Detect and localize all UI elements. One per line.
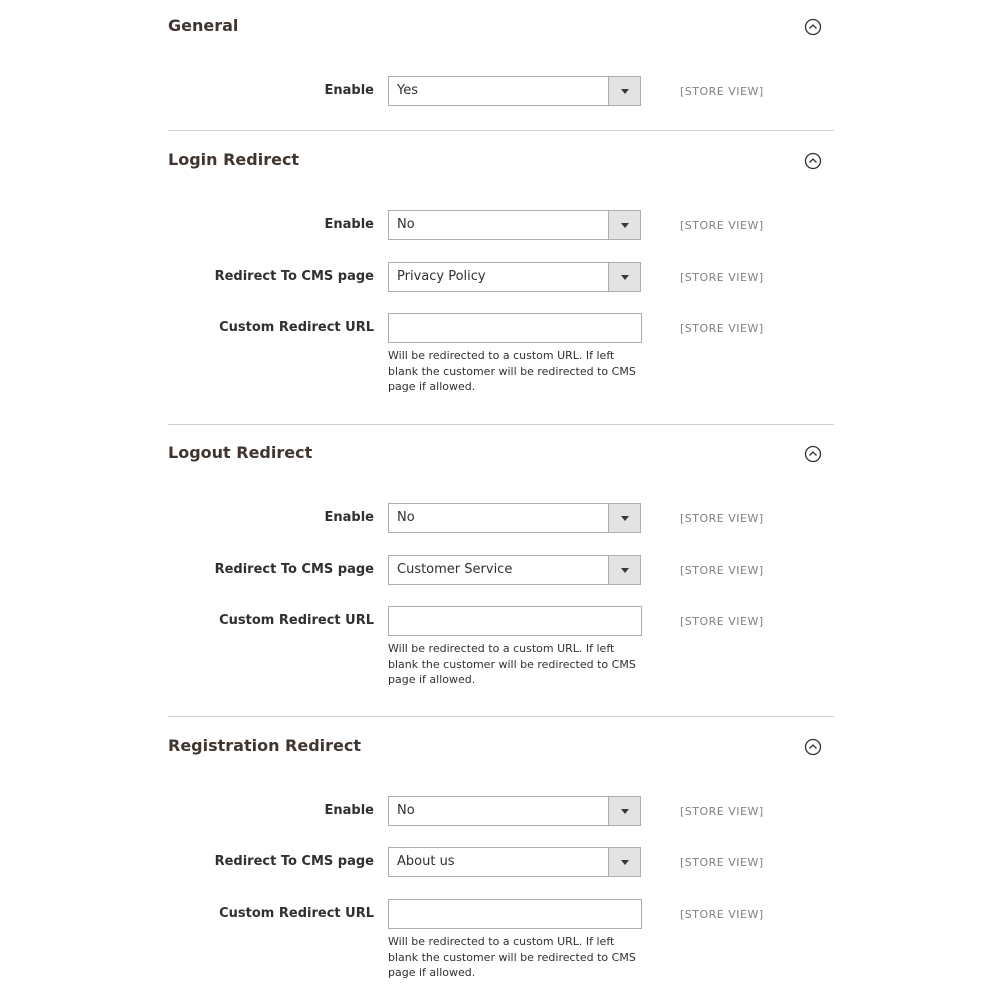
select-value: Customer Service bbox=[397, 562, 513, 577]
scope-label: [STORE VIEW] bbox=[680, 512, 764, 525]
field-label-enable: Enable bbox=[324, 83, 375, 98]
dropdown-arrow-icon[interactable] bbox=[608, 504, 640, 532]
field-note: Will be redirected to a custom URL. If l… bbox=[388, 349, 636, 393]
scope-label: [STORE VIEW] bbox=[680, 564, 764, 577]
section-title-logout-redirect[interactable]: Logout Redirect bbox=[168, 442, 312, 464]
field-label-custom-url: Custom Redirect URL bbox=[219, 613, 374, 628]
cms-page-select[interactable]: Customer Service bbox=[388, 555, 641, 585]
section-title-login-redirect[interactable]: Login Redirect bbox=[168, 149, 299, 171]
chevron-up-circle-icon[interactable] bbox=[804, 18, 822, 36]
scope-label: [STORE VIEW] bbox=[680, 219, 764, 232]
field-label-cms-page: Redirect To CMS page bbox=[214, 562, 374, 577]
select-value: No bbox=[397, 217, 415, 232]
select-value: About us bbox=[397, 854, 455, 869]
select-value: No bbox=[397, 510, 415, 525]
dropdown-arrow-icon[interactable] bbox=[608, 556, 640, 584]
chevron-up-circle-icon[interactable] bbox=[804, 445, 822, 463]
field-label-custom-url: Custom Redirect URL bbox=[219, 320, 374, 335]
field-label-enable: Enable bbox=[324, 510, 375, 525]
select-value: Yes bbox=[397, 83, 418, 98]
dropdown-arrow-icon[interactable] bbox=[608, 848, 640, 876]
field-label-cms-page: Redirect To CMS page bbox=[214, 269, 374, 284]
section-divider bbox=[168, 716, 834, 717]
scope-label: [STORE VIEW] bbox=[680, 322, 764, 335]
scope-label: [STORE VIEW] bbox=[680, 615, 764, 628]
scope-label: [STORE VIEW] bbox=[680, 908, 764, 921]
dropdown-arrow-icon[interactable] bbox=[608, 263, 640, 291]
field-label-cms-page: Redirect To CMS page bbox=[214, 854, 374, 869]
enable-select[interactable]: No bbox=[388, 210, 641, 240]
select-value: Privacy Policy bbox=[397, 269, 486, 284]
dropdown-arrow-icon[interactable] bbox=[608, 797, 640, 825]
scope-label: [STORE VIEW] bbox=[680, 85, 764, 98]
section-divider bbox=[168, 424, 834, 425]
enable-select[interactable]: Yes bbox=[388, 76, 641, 106]
select-value: No bbox=[397, 803, 415, 818]
custom-redirect-url-input[interactable] bbox=[388, 313, 642, 343]
dropdown-arrow-icon[interactable] bbox=[608, 77, 640, 105]
scope-label: [STORE VIEW] bbox=[680, 271, 764, 284]
custom-redirect-url-input[interactable] bbox=[388, 899, 642, 929]
scope-label: [STORE VIEW] bbox=[680, 856, 764, 869]
field-note: Will be redirected to a custom URL. If l… bbox=[388, 935, 636, 979]
scope-label: [STORE VIEW] bbox=[680, 805, 764, 818]
cms-page-select[interactable]: About us bbox=[388, 847, 641, 877]
section-title-general[interactable]: General bbox=[168, 15, 238, 37]
chevron-up-circle-icon[interactable] bbox=[804, 738, 822, 756]
custom-redirect-url-input[interactable] bbox=[388, 606, 642, 636]
dropdown-arrow-icon[interactable] bbox=[608, 211, 640, 239]
enable-select[interactable]: No bbox=[388, 503, 641, 533]
field-note: Will be redirected to a custom URL. If l… bbox=[388, 642, 636, 686]
field-label-custom-url: Custom Redirect URL bbox=[219, 906, 374, 921]
field-label-enable: Enable bbox=[324, 217, 375, 232]
field-label-enable: Enable bbox=[324, 803, 375, 818]
enable-select[interactable]: No bbox=[388, 796, 641, 826]
section-title-registration-redirect[interactable]: Registration Redirect bbox=[168, 735, 361, 757]
cms-page-select[interactable]: Privacy Policy bbox=[388, 262, 641, 292]
chevron-up-circle-icon[interactable] bbox=[804, 152, 822, 170]
section-divider bbox=[168, 130, 834, 131]
